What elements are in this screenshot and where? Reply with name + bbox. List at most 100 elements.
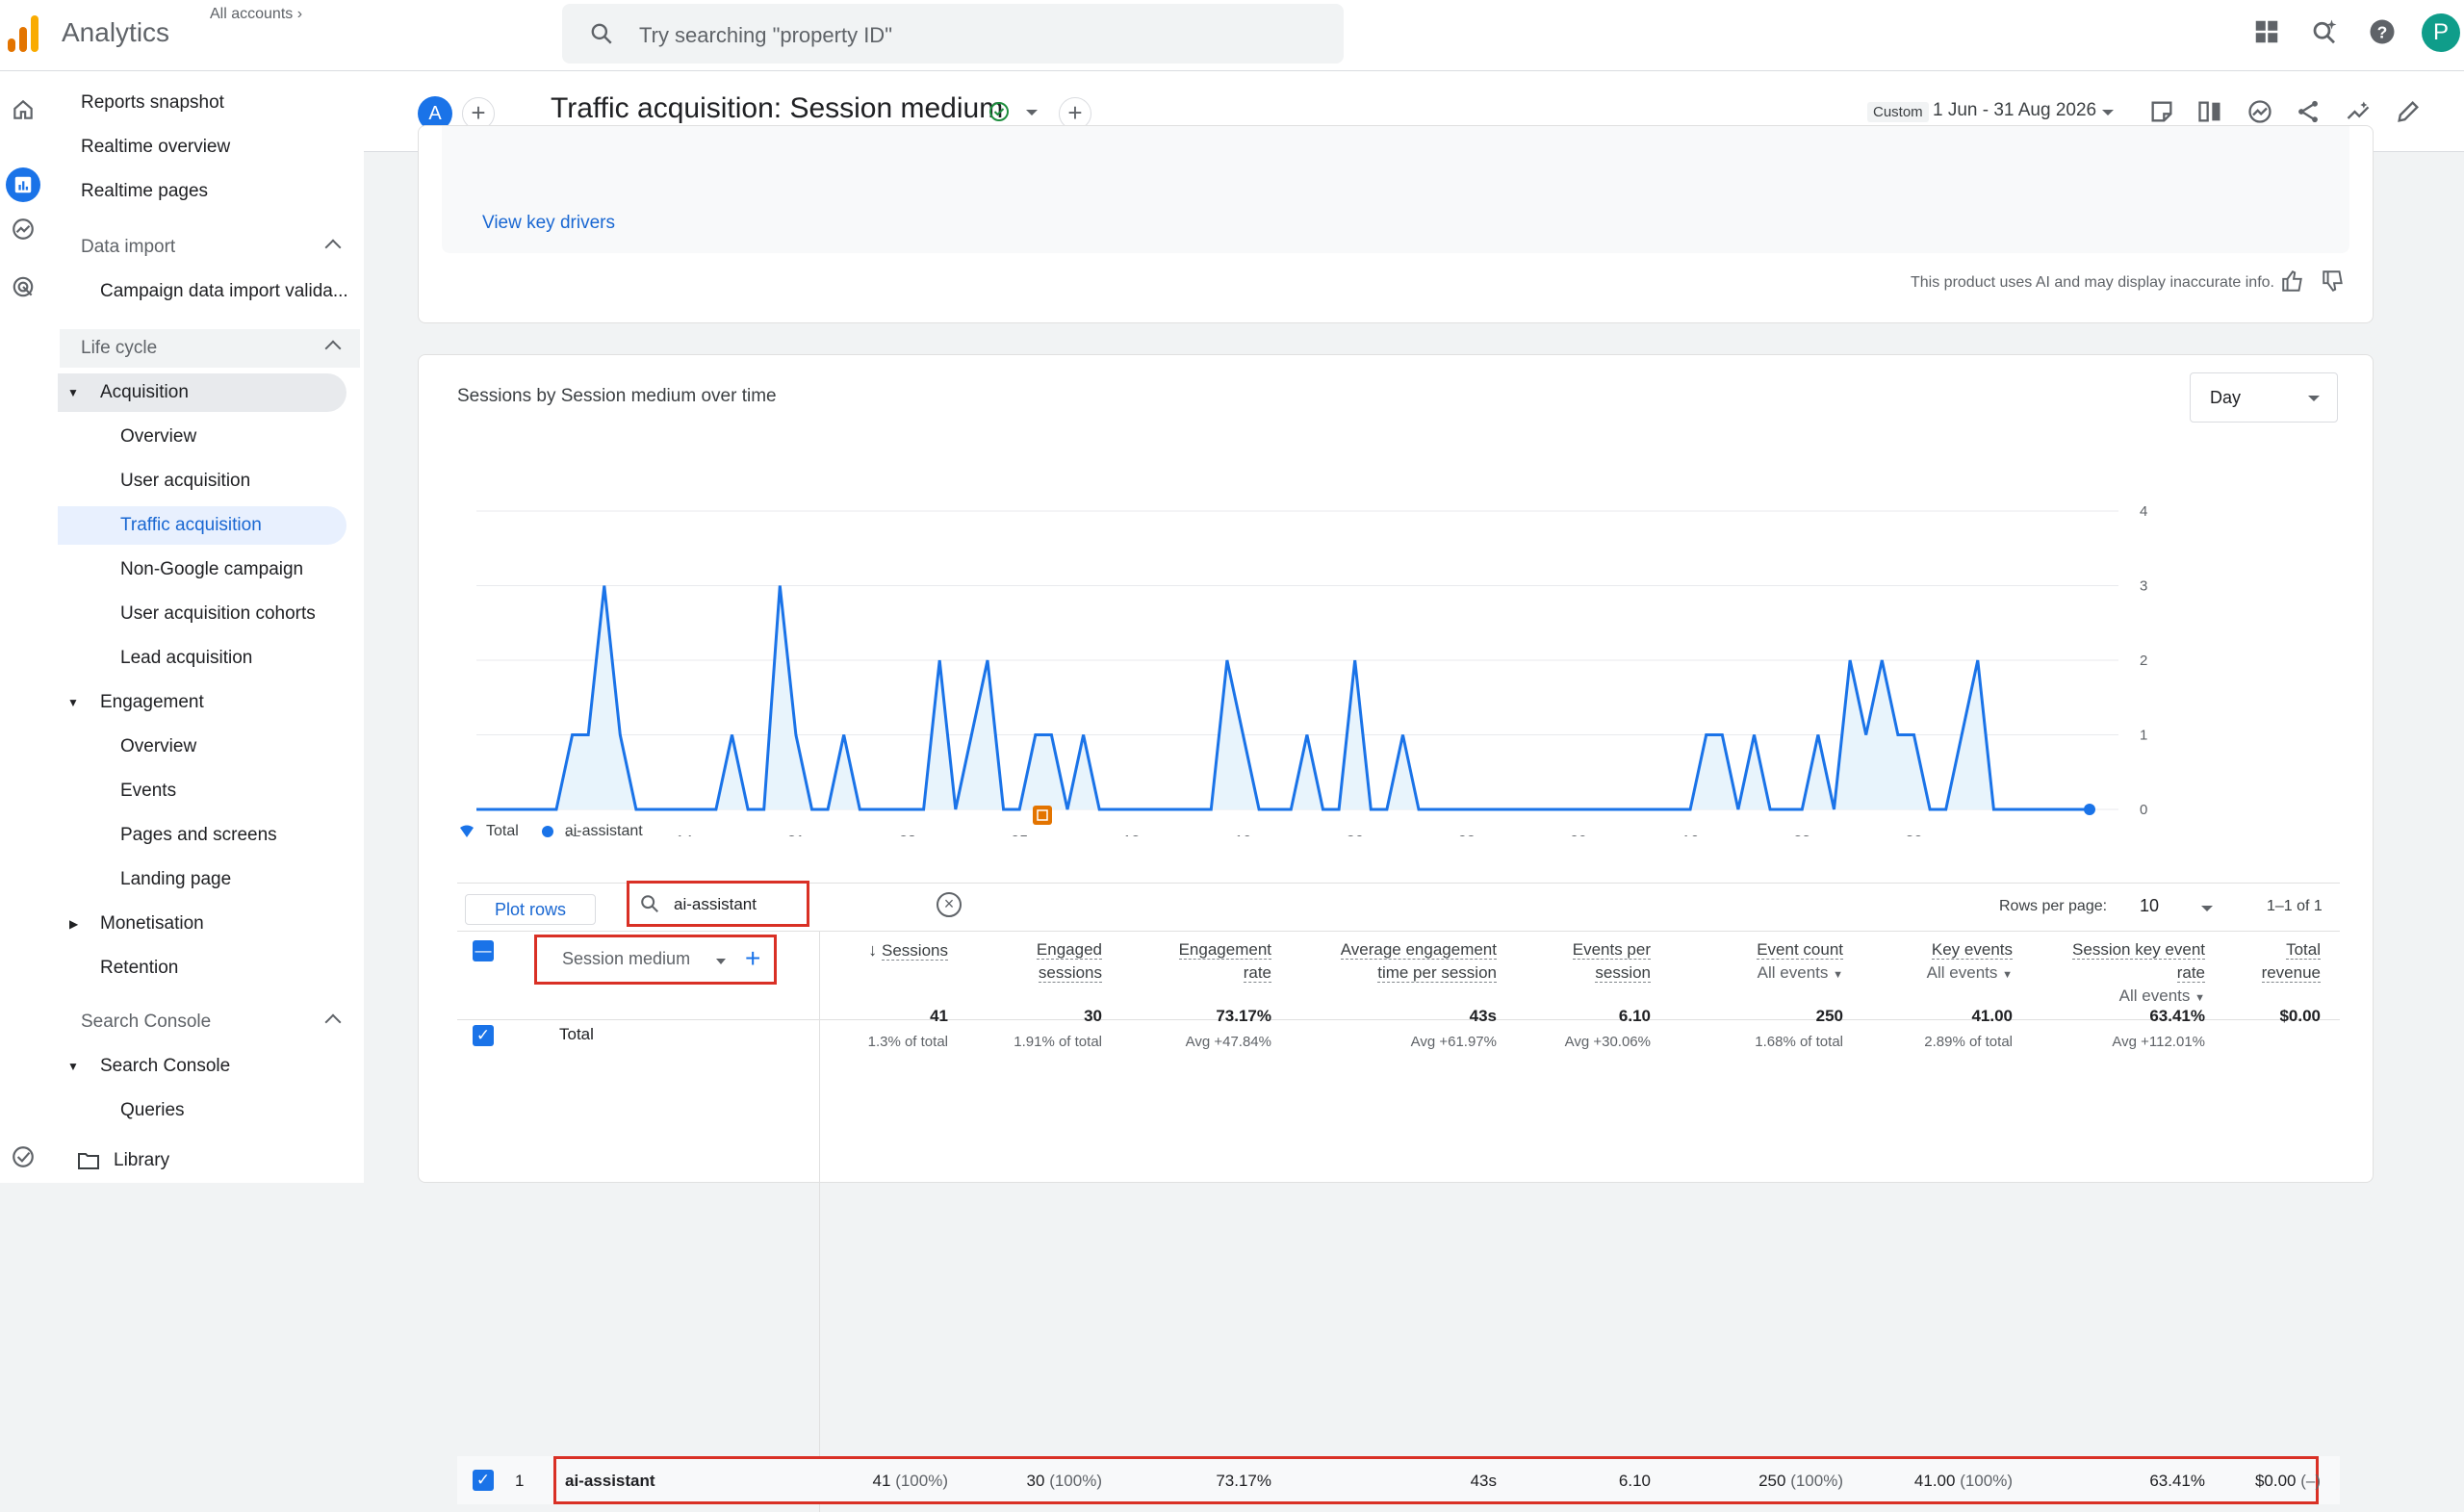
customize-report-icon[interactable] [2148, 98, 2175, 125]
explore-icon[interactable] [6, 212, 40, 246]
sidebar-item-monetisation[interactable]: ▶ Monetisation [67, 905, 346, 943]
all-accounts-link[interactable]: All accounts › [210, 6, 302, 23]
sidebar-item-realtime-pages[interactable]: Realtime pages [81, 172, 208, 211]
col-total-revenue[interactable]: Total revenue [2224, 938, 2321, 985]
view-key-drivers-link[interactable]: View key drivers [482, 213, 615, 234]
sidebar-item-landing-page[interactable]: Landing page [120, 860, 231, 899]
sidebar-item-engagement[interactable]: ▼ Engagement [67, 683, 346, 722]
col-sessions[interactable]: ↓ Sessions [823, 938, 948, 962]
filter-dropdown-icon: ▼ [1833, 969, 1843, 981]
row-checkbox[interactable]: ✓ [473, 1470, 494, 1491]
add-dimension-icon[interactable]: + [745, 943, 760, 974]
table-search-value: ai-assistant [674, 895, 757, 913]
search-icon [641, 895, 658, 912]
sidebar-section-life-cycle[interactable]: Life cycle [60, 329, 360, 368]
plot-rows-button[interactable]: Plot rows [465, 894, 596, 925]
skr-filter[interactable]: All events ▼ [2119, 987, 2205, 1005]
row-dimension-value[interactable]: ai-assistant [565, 1472, 655, 1491]
sidebar-item-user-acquisition-cohorts[interactable]: User acquisition cohorts [120, 595, 316, 633]
col-events-per-session[interactable]: Events per session [1516, 938, 1651, 985]
avatar[interactable]: P [2422, 13, 2460, 52]
col-avg-engagement-time[interactable]: Average engagement time per session [1295, 938, 1497, 985]
table-search-input[interactable]: ai-assistant [627, 881, 809, 927]
sidebar-item-campaign-data-import[interactable]: Campaign data import valida... [100, 272, 348, 311]
search-placeholder: Try searching "property ID" [639, 23, 893, 47]
row-rate: 73.17% [1216, 1472, 1271, 1490]
sidebar-item-acquisition-overview[interactable]: Overview [120, 418, 196, 456]
admin-check-icon[interactable] [6, 1140, 40, 1174]
col-key-events[interactable]: Key events All events ▼ [1862, 938, 2013, 987]
col-session-key-event-rate[interactable]: Session key event rate All events ▼ [2032, 938, 2205, 1010]
edit-icon[interactable] [2395, 98, 2422, 125]
compare-icon[interactable] [2196, 98, 2223, 125]
chevron-up-icon [324, 340, 342, 357]
col-engagement-rate[interactable]: Engagement rate [1121, 938, 1271, 985]
sidebar-item-acquisition[interactable]: ▼ Acquisition [58, 373, 346, 412]
rows-per-page-label: Rows per page: [1999, 898, 2108, 914]
key-events-filter[interactable]: All events ▼ [1927, 963, 2013, 982]
row-events: 250 (100%) [1670, 1472, 1843, 1491]
sidebar-item-retention[interactable]: Retention [100, 949, 178, 987]
sidebar-item-engagement-overview[interactable]: Overview [120, 728, 196, 766]
help-icon[interactable]: ? [2368, 17, 2397, 46]
total-skr-sub: Avg +112.01% [2112, 1034, 2205, 1050]
sidebar-item-label: Search Console [100, 1056, 231, 1076]
sidebar-item-events[interactable]: Events [120, 772, 176, 810]
insights-icon[interactable] [2246, 98, 2273, 125]
sidebar-item-lead-acquisition[interactable]: Lead acquisition [120, 639, 252, 678]
analytics-logo[interactable] [8, 13, 40, 52]
home-icon[interactable] [6, 92, 40, 127]
search-bar[interactable]: Try searching "property ID" [562, 4, 1344, 64]
skr-filter-label: All events [2118, 987, 2191, 1005]
total-sessions-value: 41 [930, 1007, 948, 1025]
sidebar-item-queries[interactable]: Queries [120, 1091, 185, 1130]
sidebar-item-reports-snapshot[interactable]: Reports snapshot [81, 84, 224, 122]
search-insights-icon[interactable] [2310, 17, 2339, 46]
col-engaged-sessions[interactable]: Engaged sessions [967, 938, 1102, 985]
sidebar-section-data-import[interactable]: Data import [81, 228, 360, 267]
total-rate: 73.17% Avg +47.84% [1121, 1004, 1271, 1055]
sidebar-item-label: Search Console [81, 1012, 212, 1032]
series-points [2084, 804, 2095, 815]
dimension-select[interactable]: Session medium [562, 949, 690, 969]
sidebar-item-library[interactable]: Library [77, 1141, 270, 1180]
x-tick-label: 19 [1235, 833, 1252, 836]
thumbs-up-icon[interactable] [2280, 269, 2305, 294]
event-count-filter[interactable]: All events ▼ [1758, 963, 1843, 982]
row-sessions-pct: (100%) [895, 1472, 948, 1490]
title-dropdown-icon[interactable] [1026, 110, 1038, 115]
thumbs-down-icon[interactable] [2321, 269, 2346, 294]
col-event-count[interactable]: Event count All events ▼ [1670, 938, 1843, 987]
dimension-dropdown-icon[interactable] [716, 959, 726, 964]
total-avg-sub: Avg +61.97% [1410, 1034, 1497, 1050]
total-engaged-sub: 1.91% of total [1014, 1034, 1102, 1050]
sidebar-section-search-console[interactable]: Search Console [81, 1003, 360, 1041]
share-icon[interactable] [2295, 98, 2322, 125]
chevron-up-icon [324, 1013, 342, 1031]
sidebar-item-pages-and-screens[interactable]: Pages and screens [120, 816, 277, 855]
sidebar-item-search-console[interactable]: ▼ Search Console [67, 1047, 346, 1086]
apps-grid-icon[interactable] [2252, 17, 2281, 46]
clear-search-icon[interactable]: × [937, 892, 962, 917]
annotation-marker [1033, 806, 1052, 825]
sidebar-item-non-google-campaign[interactable]: Non-Google campaign [120, 551, 303, 589]
total-key-events: 41.00 2.89% of total [1862, 1004, 2013, 1055]
sidebar-item-user-acquisition[interactable]: User acquisition [120, 462, 250, 500]
rows-per-page-arrow-icon[interactable] [2201, 906, 2213, 911]
reports-icon[interactable] [6, 167, 40, 202]
legend-ai-dot [541, 826, 553, 837]
sidebar-item-traffic-acquisition[interactable]: Traffic acquisition [58, 506, 346, 545]
total-avg: 43s Avg +61.97% [1295, 1004, 1497, 1055]
trend-icon[interactable] [2345, 98, 2372, 125]
select-all-checkbox[interactable]: — [473, 940, 494, 961]
date-dropdown-icon[interactable] [2102, 110, 2114, 115]
advertising-icon[interactable] [6, 269, 40, 304]
caret-right-icon: ▶ [69, 917, 79, 931]
total-label: Total [559, 1025, 594, 1043]
rows-per-page-select[interactable]: 10 [2140, 896, 2159, 916]
sidebar-item-realtime-overview[interactable]: Realtime overview [81, 128, 230, 167]
date-range-picker[interactable]: 1 Jun - 31 Aug 2026 [1933, 100, 2096, 121]
total-eps: 6.10 Avg +30.06% [1516, 1004, 1651, 1055]
granularity-select[interactable]: Day [2190, 372, 2338, 423]
total-row-checkbox[interactable]: ✓ [473, 1025, 494, 1046]
